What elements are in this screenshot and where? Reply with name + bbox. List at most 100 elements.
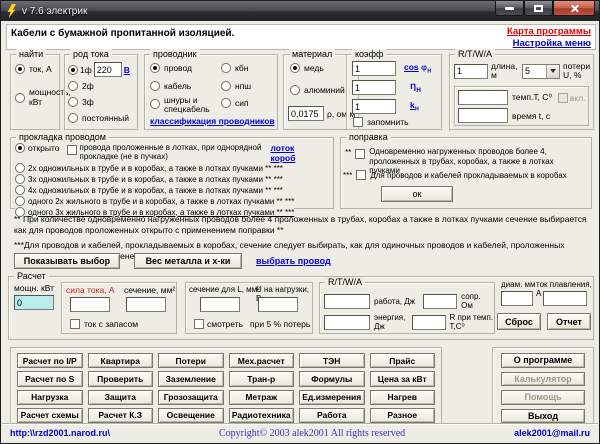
material-aluminum-option[interactable]: алюминий [290,85,345,95]
menu-button[interactable]: Формулы [299,371,365,386]
laying-open-option[interactable]: открыто [15,143,60,153]
find-option-current[interactable]: ток, А [15,64,52,74]
radio-icon[interactable] [15,143,25,153]
temp-input[interactable] [458,90,508,105]
reset-button[interactable]: Сброс [497,313,541,330]
menu-button[interactable]: Ед.измерения [299,390,365,405]
radio-icon[interactable] [150,81,160,91]
close-button[interactable] [553,1,595,16]
radio-icon[interactable] [68,113,78,123]
length-input[interactable] [454,64,488,79]
menu-button[interactable]: Расчет по S [17,371,83,386]
radio-icon[interactable] [15,93,25,103]
menu-button[interactable]: Разное [370,408,436,423]
resistance-input[interactable] [423,294,457,309]
menu-button[interactable]: Расчет по I/P [17,353,83,368]
menu-button[interactable]: Квартира [88,353,154,368]
checkbox-icon[interactable] [353,117,363,127]
radio-icon[interactable] [15,185,25,195]
radio-icon[interactable] [68,97,78,107]
loss-select[interactable]: 5 [522,64,560,79]
program-map-link[interactable]: Карта программы [507,26,591,38]
menu-button[interactable]: ТЭН [299,353,365,368]
menu-button[interactable]: Расчет схемы [17,408,83,423]
show-choice-button[interactable]: Показывать выбор [14,253,120,269]
menu-button[interactable]: Работа [299,408,365,423]
section-l-input[interactable] [200,297,240,312]
phase3-option[interactable]: 3ф [68,97,94,107]
radio-icon[interactable] [15,174,25,184]
correction-checkbox-1[interactable] [355,149,365,159]
work-input[interactable] [324,294,370,309]
laying-option-one-2core[interactable]: одного 2х жильного в трубе и в коробах, … [15,196,294,206]
material-copper-option[interactable]: медь [290,63,324,73]
voltage-input[interactable] [94,62,122,77]
metal-weight-button[interactable]: Вес металла и х-ки [134,253,242,269]
menu-button[interactable]: Проверить [88,371,154,386]
menu-button[interactable]: Расчет К.З [88,408,154,423]
menu-button[interactable]: Тран-р [229,371,295,386]
checkbox-icon[interactable] [70,319,80,329]
menu-button[interactable]: Нагрузка [17,390,83,405]
dropdown-arrow-icon[interactable] [546,65,559,78]
menu-settings-link[interactable]: Настройка меню [513,38,591,50]
r-temp-input[interactable] [412,315,446,330]
help-button[interactable]: Помощь [501,390,585,405]
radio-icon[interactable] [150,63,160,73]
menu-button[interactable]: Метраж [229,390,295,405]
about-button[interactable]: О программе [501,353,585,368]
laying-option-2x[interactable]: 2х одножильных в трубе и в коробах, а та… [15,163,283,173]
site-link[interactable]: http:\\rzd2001.narod.ru\ [10,428,110,438]
report-button[interactable]: Отчет [547,313,591,330]
menu-button[interactable]: Мех.расчет [229,353,295,368]
radio-icon[interactable] [290,85,300,95]
menu-button[interactable]: Прайс [370,353,436,368]
remember-checkbox-row[interactable]: запомнить [353,117,409,127]
checkbox-icon[interactable] [558,93,568,103]
minimize-button[interactable] [495,1,524,16]
melt-current-input[interactable] [543,291,587,306]
menu-button[interactable]: Заземление [158,371,224,386]
tray-link[interactable]: лоток [271,143,296,153]
correction-ok-button[interactable]: ок [381,186,453,202]
phase2-option[interactable]: 2ф [68,81,94,91]
phase1-option[interactable]: 1ф В [68,62,130,77]
menu-button[interactable]: Радиотехника [229,408,295,423]
conductor-cord-option[interactable]: шнуры и спецкабель [150,96,212,114]
watch-checkbox[interactable] [194,319,204,329]
menu-button[interactable]: Освещение [158,408,224,423]
cos-link[interactable]: cos [404,62,419,72]
tray-checkbox[interactable] [67,145,77,155]
conductor-wire-option[interactable]: провод [150,63,192,73]
on-checkbox-row[interactable]: вкл. [558,93,586,103]
radio-icon[interactable] [221,63,231,73]
radio-icon[interactable] [290,63,300,73]
conductor-cable-option[interactable]: кабель [150,81,191,91]
radio-icon[interactable] [15,64,25,74]
exit-button[interactable]: Выход [501,409,585,424]
radio-icon[interactable] [68,81,78,91]
reserve-checkbox-row[interactable]: ток с запасом [70,319,138,329]
maximize-button[interactable] [524,1,553,16]
menu-button[interactable]: Цена за кВт [370,371,436,386]
conductor-kbn-option[interactable]: кбн [221,63,248,73]
radio-icon[interactable] [150,99,160,109]
conductor-npsh-option[interactable]: нпш [221,81,251,91]
menu-button[interactable]: Потери [158,353,224,368]
laying-option-3x[interactable]: 3х одножильных в трубе и в коробах, а та… [15,174,283,184]
conductor-sip-option[interactable]: сип [221,98,249,108]
radio-icon[interactable] [15,163,25,173]
k-input[interactable] [352,99,396,114]
section-result-input[interactable] [126,297,166,312]
titlebar[interactable]: v 7.6 электрик [1,1,599,21]
menu-button[interactable]: Защита [88,390,154,405]
laying-option-4x[interactable]: 4х одножильных в трубе и в коробах, а та… [15,185,283,195]
u-load-input[interactable] [258,297,298,312]
conductor-classification-link[interactable]: классификация проводников [150,116,275,126]
eta-input[interactable] [352,80,396,95]
power-input[interactable] [14,295,54,310]
radio-icon[interactable] [221,98,231,108]
resistivity-input[interactable] [288,106,324,121]
cos-phi-input[interactable] [352,61,396,76]
voltage-link[interactable]: В [124,65,130,75]
